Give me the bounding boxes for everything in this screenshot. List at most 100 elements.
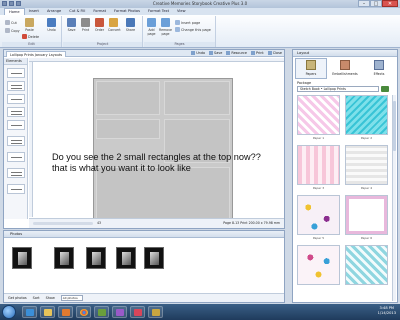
paper-swatch[interactable] bbox=[345, 145, 388, 185]
sort-button[interactable]: Sort bbox=[33, 296, 40, 300]
quick-save-icon[interactable] bbox=[9, 1, 14, 6]
taskbar-explorer-icon[interactable] bbox=[40, 306, 55, 318]
convert-label: Convert bbox=[108, 28, 121, 32]
undo-button[interactable]: Undo bbox=[46, 18, 57, 32]
photo-thumbnail[interactable] bbox=[116, 247, 136, 269]
cut-button[interactable]: Cut bbox=[5, 20, 17, 25]
taskbar-media-icon[interactable] bbox=[58, 306, 73, 318]
convert-icon bbox=[109, 18, 118, 27]
element-item[interactable] bbox=[7, 136, 25, 146]
taskbar-chrome-icon[interactable] bbox=[76, 306, 91, 318]
start-button[interactable] bbox=[2, 305, 16, 319]
paper-swatch[interactable] bbox=[297, 195, 340, 235]
add-page-label: Add page bbox=[147, 28, 156, 36]
photo-thumbnail[interactable] bbox=[12, 247, 32, 269]
element-item[interactable] bbox=[7, 107, 25, 117]
paper-swatch[interactable] bbox=[297, 145, 340, 185]
side-panel: Layout Papers Embellishments Effects Pac… bbox=[292, 49, 398, 303]
tab-format-text[interactable]: Format Text bbox=[144, 8, 173, 15]
tab-embellishments[interactable]: Embellishments bbox=[329, 58, 361, 79]
package-go-icon[interactable] bbox=[381, 86, 389, 92]
insert-page-button[interactable]: Insert page bbox=[175, 20, 200, 25]
element-item[interactable] bbox=[7, 81, 25, 91]
quick-undo-icon[interactable] bbox=[16, 1, 21, 6]
tab-format[interactable]: Format bbox=[89, 8, 110, 15]
tab-papers[interactable]: Papers bbox=[295, 58, 327, 79]
element-item[interactable] bbox=[7, 152, 25, 162]
share-button[interactable]: Share bbox=[125, 18, 136, 32]
paper-swatch[interactable] bbox=[345, 195, 388, 235]
element-item[interactable] bbox=[7, 120, 25, 130]
photo-placeholder[interactable] bbox=[96, 81, 160, 115]
paste-button[interactable]: Paste bbox=[24, 18, 35, 32]
tab-arrange[interactable]: Arrange bbox=[43, 8, 65, 15]
delete-icon bbox=[22, 34, 27, 39]
papers-icon bbox=[306, 60, 316, 70]
close-button[interactable]: ✕ bbox=[382, 0, 398, 7]
paper-swatch[interactable] bbox=[345, 245, 388, 285]
paper-label: Paper 2 bbox=[360, 136, 373, 140]
tab-format-photos[interactable]: Format Photos bbox=[110, 8, 144, 15]
print-label: Print bbox=[81, 28, 90, 32]
photo-placeholder[interactable] bbox=[164, 81, 230, 115]
element-item[interactable] bbox=[7, 168, 25, 178]
doc-undo-button[interactable]: Undo bbox=[191, 51, 205, 56]
show-select[interactable]: All photos bbox=[60, 295, 83, 301]
ribbon-tabs: Home Insert Arrange Cut & Fill Format Fo… bbox=[0, 8, 400, 15]
taskbar-app-icon[interactable] bbox=[130, 306, 145, 318]
maximize-button[interactable]: □ bbox=[370, 0, 382, 7]
photos-toolbar: Get photos Sort Show All photos bbox=[4, 293, 284, 302]
zoom-slider[interactable] bbox=[33, 222, 93, 225]
remove-page-button[interactable]: Remove page bbox=[159, 18, 172, 36]
add-page-button[interactable]: Add page bbox=[146, 18, 157, 36]
taskbar-ie-icon[interactable] bbox=[22, 306, 37, 318]
document-toolbar: Undo Save Resource Print Close bbox=[191, 51, 282, 56]
edit-group-label: Edit bbox=[2, 42, 61, 47]
window-controls: – □ ✕ bbox=[358, 0, 398, 7]
photo-thumbnail[interactable] bbox=[144, 247, 164, 269]
app-menu-icon[interactable] bbox=[2, 1, 7, 6]
doc-close-button[interactable]: Close bbox=[268, 51, 282, 56]
get-photos-button[interactable]: Get photos bbox=[8, 296, 27, 300]
window-title: Creative Memories Storybook Creative Plu… bbox=[152, 1, 248, 6]
insert-page-icon bbox=[175, 20, 180, 25]
doc-resource-button[interactable]: Resource bbox=[226, 51, 247, 56]
taskbar-app-icon[interactable] bbox=[112, 306, 127, 318]
paper-swatch[interactable] bbox=[345, 95, 388, 135]
taskbar-storybook-icon[interactable] bbox=[148, 306, 163, 318]
tab-view[interactable]: View bbox=[173, 8, 190, 15]
tab-cut-fill[interactable]: Cut & Fill bbox=[65, 8, 89, 15]
minimize-button[interactable]: – bbox=[358, 0, 370, 7]
change-page-button[interactable]: Change this page bbox=[175, 27, 211, 32]
paper-label: Paper 4 bbox=[360, 186, 373, 190]
delete-button[interactable]: Delete bbox=[22, 34, 39, 39]
paper-swatch[interactable] bbox=[297, 95, 340, 135]
photo-thumbnail[interactable] bbox=[54, 247, 74, 269]
tab-effects[interactable]: Effects bbox=[363, 58, 395, 79]
save-button[interactable]: Save bbox=[66, 18, 77, 32]
tab-insert[interactable]: Insert bbox=[25, 8, 43, 15]
document-tab[interactable]: Lollipop Prints January Layouts bbox=[6, 51, 67, 57]
taskbar-app-icon[interactable] bbox=[94, 306, 109, 318]
order-button[interactable]: Order bbox=[94, 18, 105, 32]
tab-home[interactable]: Home bbox=[4, 8, 25, 15]
copy-button[interactable]: Copy bbox=[5, 28, 20, 33]
system-clock[interactable]: 3:48 PM 1/14/2013 bbox=[378, 306, 396, 316]
printer-icon bbox=[81, 18, 90, 27]
copy-label: Copy bbox=[11, 28, 20, 33]
paper-scrollbar[interactable] bbox=[392, 95, 396, 301]
convert-button[interactable]: Convert bbox=[108, 18, 121, 32]
photo-placeholder[interactable] bbox=[96, 167, 230, 225]
doc-save-button[interactable]: Save bbox=[209, 51, 222, 56]
photo-placeholder[interactable] bbox=[96, 119, 160, 139]
paper-swatch[interactable] bbox=[297, 245, 340, 285]
photo-thumbnail[interactable] bbox=[86, 247, 106, 269]
canvas[interactable] bbox=[33, 62, 284, 227]
doc-print-button[interactable]: Print bbox=[251, 51, 264, 56]
package-select[interactable]: Sketch Book • Lollipop Prints bbox=[297, 86, 379, 92]
element-item[interactable] bbox=[7, 184, 25, 194]
print-button[interactable]: Print bbox=[80, 18, 91, 32]
element-item[interactable] bbox=[7, 68, 25, 78]
photos-title: Photos bbox=[4, 231, 284, 238]
element-item[interactable] bbox=[7, 94, 25, 104]
